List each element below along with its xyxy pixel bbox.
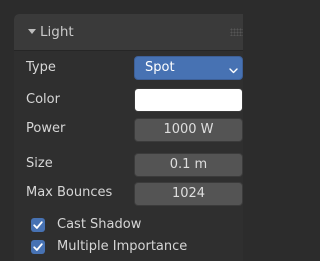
color-swatch[interactable]	[134, 88, 243, 112]
panel-header[interactable]: Light	[14, 14, 243, 51]
size-field[interactable]: 0.1 m	[134, 153, 243, 177]
checkmark-icon	[33, 221, 43, 229]
panel-title: Light	[40, 24, 74, 40]
triangle-down-icon[interactable]	[26, 24, 38, 40]
max-bounces-field[interactable]: 1024	[134, 182, 243, 206]
power-label: Power	[26, 121, 66, 136]
size-label: Size	[26, 156, 53, 171]
type-label: Type	[26, 60, 56, 75]
cast-shadow-label[interactable]: Cast Shadow	[57, 215, 141, 235]
type-dropdown[interactable]: Spot	[134, 56, 243, 80]
multiple-importance-checkbox[interactable]	[31, 240, 45, 254]
checkmark-icon	[33, 243, 43, 251]
type-value: Spot	[145, 60, 175, 75]
color-label: Color	[26, 92, 60, 107]
chevron-down-icon	[229, 64, 238, 74]
cast-shadow-checkbox[interactable]	[31, 218, 45, 232]
multiple-importance-label[interactable]: Multiple Importance	[57, 237, 187, 257]
light-properties-panel: Light Type Spot Color Power 1000 W Size …	[14, 14, 243, 261]
max-bounces-label: Max Bounces	[26, 185, 113, 200]
drag-handle-icon[interactable]	[230, 28, 243, 36]
power-field[interactable]: 1000 W	[134, 118, 243, 142]
